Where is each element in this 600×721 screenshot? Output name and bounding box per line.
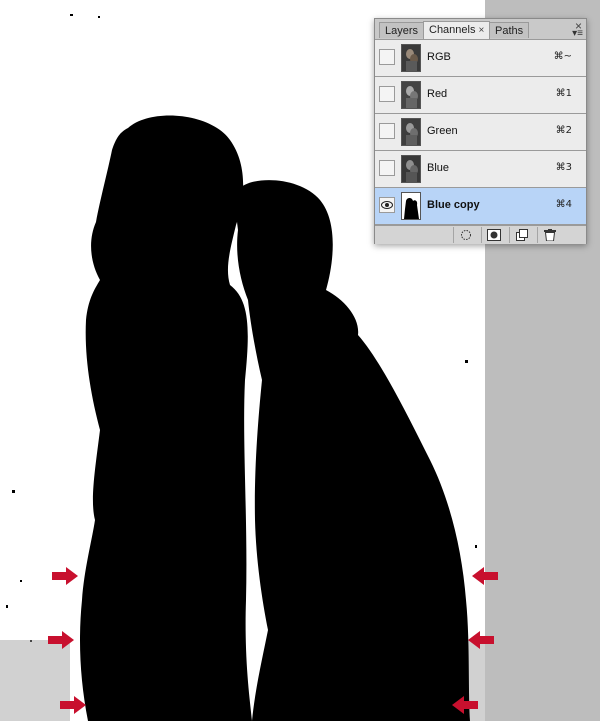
channel-name: RGB [427, 51, 451, 63]
channel-thumbnail [401, 192, 421, 220]
channel-shortcut: ⌘4 [555, 199, 572, 210]
channel-name: Blue [427, 162, 450, 174]
panel-footer [375, 225, 586, 244]
arrow-left-icon [452, 696, 478, 714]
visibility-toggle[interactable] [379, 49, 395, 65]
tab-close-icon[interactable]: × [478, 25, 484, 36]
channel-shortcut: ⌘2 [555, 125, 572, 136]
channel-thumbnail [401, 44, 421, 72]
visibility-toggle[interactable] [379, 123, 395, 139]
tab-label: Channels [429, 24, 476, 36]
channels-panel: Layers Channels × Paths × ▾≡ RGB ⌘~ Red ⌘… [374, 18, 587, 244]
new-channel-icon [515, 229, 528, 241]
channel-row-red[interactable]: Red ⌘1 [375, 77, 586, 114]
arrow-right-icon [52, 567, 78, 585]
channel-name: Red [427, 88, 448, 100]
visibility-toggle[interactable] [379, 197, 395, 213]
channel-shortcut: ⌘1 [555, 88, 572, 99]
panel-tab-bar: Layers Channels × Paths × ▾≡ [375, 19, 586, 40]
channel-list: RGB ⌘~ Red ⌘1 Green ⌘2 Blue ⌘3 Blue copy… [375, 40, 586, 225]
tab-label: Layers [385, 25, 419, 37]
delete-channel-button[interactable] [537, 227, 561, 243]
panel-menu-icon[interactable]: ▾≡ [572, 28, 583, 39]
arrow-right-icon [48, 631, 74, 649]
channel-thumbnail [401, 118, 421, 146]
channel-shortcut: ⌘~ [553, 51, 572, 62]
visibility-toggle[interactable] [379, 86, 395, 102]
channel-name: Blue copy [427, 199, 480, 211]
load-selection-icon [460, 230, 471, 240]
load-selection-button[interactable] [453, 227, 477, 243]
trash-icon [543, 229, 556, 242]
tab-label: Paths [495, 25, 524, 37]
channel-name: Green [427, 125, 458, 137]
new-channel-button[interactable] [509, 227, 533, 243]
channel-row-rgb[interactable]: RGB ⌘~ [375, 40, 586, 77]
arrow-left-icon [468, 631, 494, 649]
eye-icon [381, 201, 393, 209]
tab-channels[interactable]: Channels × [423, 21, 491, 39]
channel-row-blue-copy[interactable]: Blue copy ⌘4 [375, 188, 586, 225]
tab-layers[interactable]: Layers [379, 22, 425, 38]
save-selection-icon [486, 229, 501, 241]
channel-thumbnail [401, 155, 421, 183]
arrow-right-icon [60, 696, 86, 714]
channel-row-green[interactable]: Green ⌘2 [375, 114, 586, 151]
save-selection-button[interactable] [481, 227, 505, 243]
channel-thumbnail [401, 81, 421, 109]
tab-paths[interactable]: Paths [489, 22, 530, 38]
visibility-toggle[interactable] [379, 160, 395, 176]
channel-row-blue[interactable]: Blue ⌘3 [375, 151, 586, 188]
arrow-left-icon [472, 567, 498, 585]
channel-shortcut: ⌘3 [555, 162, 572, 173]
